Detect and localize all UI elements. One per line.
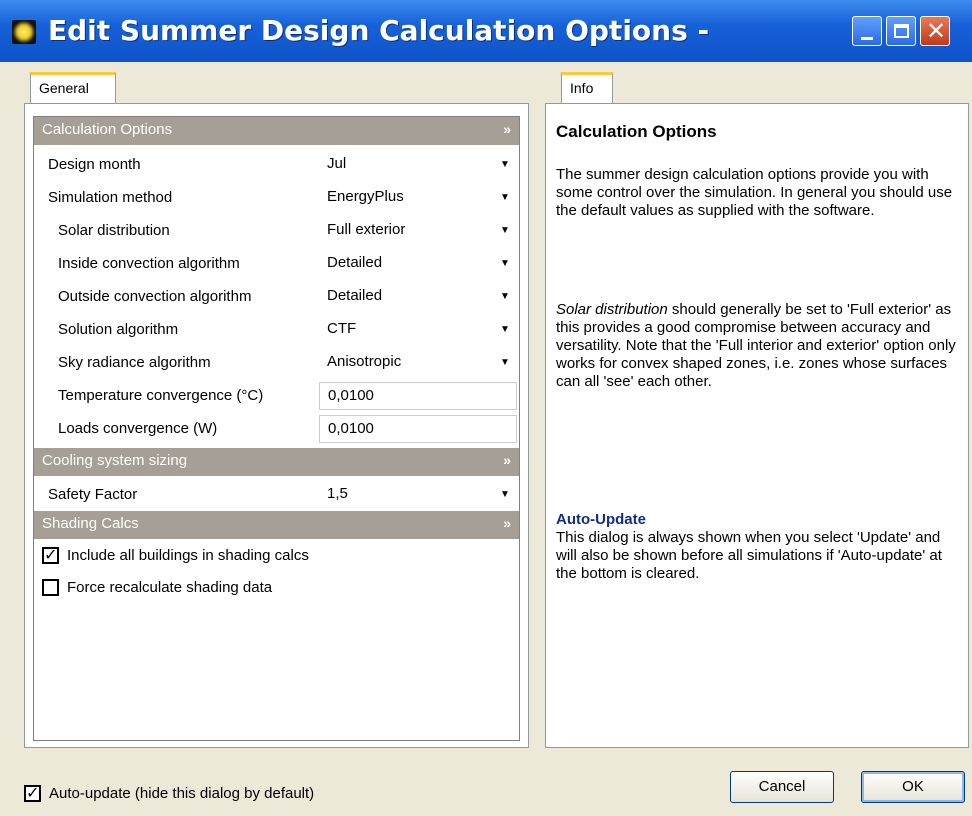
info-panel: Calculation Options The summer design ca…	[545, 103, 969, 748]
row-label: Simulation method	[48, 189, 173, 206]
close-icon: ✕	[926, 17, 947, 45]
dropdown-arrow-icon[interactable]: ▼	[497, 256, 513, 272]
tab-general[interactable]: General	[30, 72, 116, 104]
row-design-month: Design month Jul ▼	[34, 149, 519, 182]
window-title: Edit Summer Design Calculation Options -	[48, 14, 710, 47]
info-paragraph-1: The summer design calculation options pr…	[556, 166, 953, 219]
include-all-buildings-checkbox[interactable]	[42, 545, 59, 565]
select-value: Detailed	[327, 287, 383, 304]
dropdown-arrow-icon[interactable]: ▼	[497, 190, 513, 206]
section-shading-calcs[interactable]: Shading Calcs »	[34, 511, 519, 539]
ok-button[interactable]: OK	[861, 771, 965, 803]
collapse-chevron-icon[interactable]: »	[503, 121, 511, 137]
minimize-icon	[861, 37, 873, 40]
row-solar-distribution: Solar distribution Full exterior ▼	[34, 215, 519, 248]
section-title: Shading Calcs	[42, 515, 139, 532]
row-label: Loads convergence (W)	[58, 420, 218, 437]
general-panel: Calculation Options » Design month Jul ▼…	[24, 103, 529, 748]
dropdown-arrow-icon[interactable]: ▼	[497, 289, 513, 305]
dropdown-arrow-icon[interactable]: ▼	[497, 487, 513, 503]
row-safety-factor: Safety Factor 1,5 ▼	[34, 479, 519, 512]
checkbox-label: Include all buildings in shading calcs	[67, 546, 309, 564]
info-auto-update-heading: Auto-Update	[556, 511, 646, 528]
dropdown-arrow-icon[interactable]: ▼	[497, 322, 513, 338]
auto-update-option[interactable]: Auto-update (hide this dialog by default…	[24, 780, 314, 806]
row-label: Solar distribution	[58, 222, 170, 239]
cancel-button[interactable]: Cancel	[730, 771, 834, 803]
section-title: Calculation Options	[42, 121, 173, 138]
solution-algorithm-select[interactable]: CTF ▼	[319, 316, 517, 344]
row-temperature-convergence: Temperature convergence (°C) 0,0100	[34, 380, 519, 413]
select-value: CTF	[327, 320, 357, 337]
collapse-chevron-icon[interactable]: »	[503, 452, 511, 468]
row-sky-radiance: Sky radiance algorithm Anisotropic ▼	[34, 347, 519, 380]
auto-update-label: Auto-update (hide this dialog by default…	[49, 784, 315, 802]
select-value: Anisotropic	[327, 353, 402, 370]
row-label: Solution algorithm	[58, 321, 179, 338]
section-cooling-system-sizing[interactable]: Cooling system sizing »	[34, 448, 519, 476]
row-label: Safety Factor	[48, 486, 138, 503]
force-recalculate-option[interactable]: Force recalculate shading data	[42, 574, 272, 600]
maximize-button[interactable]	[886, 16, 916, 46]
simulation-method-select[interactable]: EnergyPlus ▼	[319, 184, 517, 212]
dropdown-arrow-icon[interactable]: ▼	[497, 355, 513, 371]
row-solution-algorithm: Solution algorithm CTF ▼	[34, 314, 519, 347]
outside-convection-select[interactable]: Detailed ▼	[319, 283, 517, 311]
select-value: Detailed	[327, 254, 383, 271]
checkbox-label: Force recalculate shading data	[67, 578, 273, 596]
row-label: Inside convection algorithm	[58, 255, 240, 272]
maximize-icon	[894, 24, 909, 38]
section-calculation-options[interactable]: Calculation Options »	[34, 117, 519, 145]
info-paragraph-2: Solar distribution should generally be s…	[556, 301, 960, 391]
select-value: EnergyPlus	[327, 188, 404, 205]
solar-distribution-select[interactable]: Full exterior ▼	[319, 217, 517, 245]
info-emphasis: Solar distribution	[556, 301, 668, 318]
row-outside-convection: Outside convection algorithm Detailed ▼	[34, 281, 519, 314]
select-value: 1,5	[327, 485, 348, 502]
info-paragraph-3: This dialog is always shown when you sel…	[556, 529, 942, 582]
select-value: Full exterior	[327, 221, 406, 238]
select-value: Jul	[327, 155, 347, 172]
row-simulation-method: Simulation method EnergyPlus ▼	[34, 182, 519, 215]
include-all-buildings-option[interactable]: Include all buildings in shading calcs	[42, 542, 309, 568]
row-label: Design month	[48, 156, 141, 173]
sky-radiance-select[interactable]: Anisotropic ▼	[319, 349, 517, 377]
design-month-select[interactable]: Jul ▼	[319, 151, 517, 179]
safety-factor-select[interactable]: 1,5 ▼	[319, 481, 517, 509]
options-grid: Calculation Options » Design month Jul ▼…	[33, 116, 520, 741]
dropdown-arrow-icon[interactable]: ▼	[497, 223, 513, 239]
row-label: Outside convection algorithm	[58, 288, 252, 305]
section-title: Cooling system sizing	[42, 452, 188, 469]
temperature-convergence-input[interactable]: 0,0100	[319, 382, 517, 410]
inside-convection-select[interactable]: Detailed ▼	[319, 250, 517, 278]
dropdown-arrow-icon[interactable]: ▼	[497, 157, 513, 173]
info-title: Calculation Options	[556, 122, 717, 141]
loads-convergence-input[interactable]: 0,0100	[319, 415, 517, 443]
minimize-button[interactable]	[852, 16, 882, 46]
close-button[interactable]: ✕	[920, 16, 950, 46]
app-sun-icon	[12, 20, 36, 44]
force-recalculate-checkbox[interactable]	[42, 578, 59, 596]
collapse-chevron-icon[interactable]: »	[503, 515, 511, 531]
tab-info[interactable]: Info	[561, 72, 613, 104]
row-label: Temperature convergence (°C)	[58, 387, 264, 404]
row-label: Sky radiance algorithm	[58, 354, 211, 371]
auto-update-checkbox[interactable]	[24, 783, 41, 803]
title-bar: Edit Summer Design Calculation Options -…	[0, 0, 972, 62]
row-loads-convergence: Loads convergence (W) 0,0100	[34, 413, 519, 446]
row-inside-convection: Inside convection algorithm Detailed ▼	[34, 248, 519, 281]
